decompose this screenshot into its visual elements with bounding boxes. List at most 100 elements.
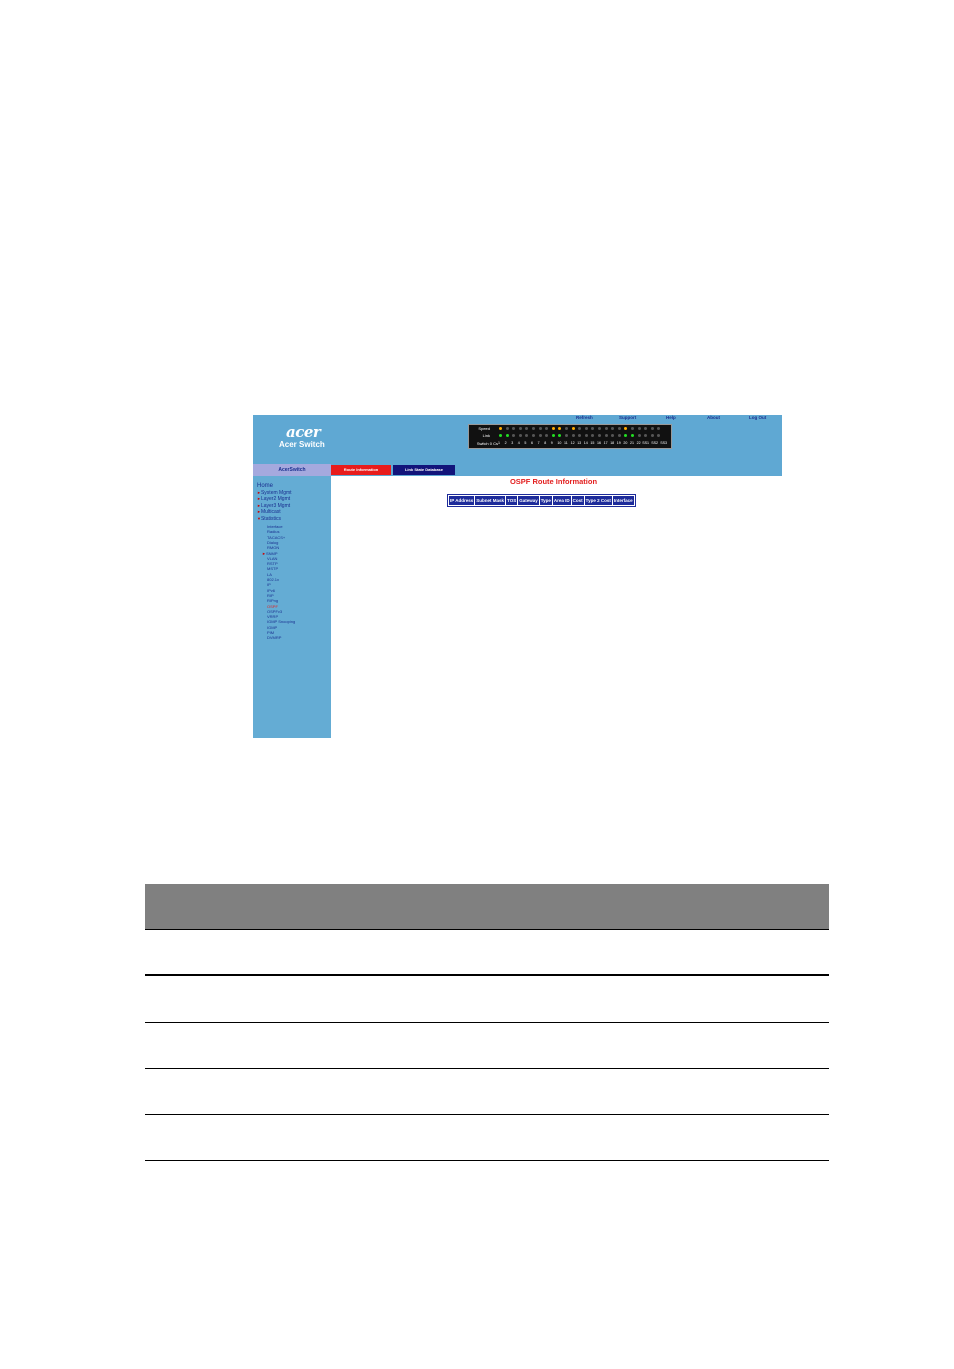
port-led-icon: [598, 427, 601, 430]
port-led-icon: [512, 434, 516, 437]
port-number: 3: [511, 441, 514, 445]
port-led-icon: [532, 427, 535, 430]
port-number: 11: [564, 441, 568, 445]
column-header: Type: [540, 496, 553, 505]
port-led-icon: [657, 434, 661, 437]
sidebar-header[interactable]: AcerSwitch: [253, 464, 331, 476]
refresh-link[interactable]: Refresh: [576, 415, 593, 420]
port-led-icon: [631, 434, 634, 437]
speed-led-row: [499, 427, 669, 431]
port-led-icon: [545, 434, 549, 437]
port-led-icon: [584, 434, 588, 437]
page-title: OSPF Route Information: [509, 477, 598, 486]
port-led-icon: [617, 434, 621, 437]
port-led-icon: [631, 427, 634, 430]
port-number: 2: [504, 441, 507, 445]
port-led-icon: [525, 427, 529, 430]
port-number: 5: [524, 441, 527, 445]
port-led-icon: [624, 434, 628, 437]
port-led-icon: [565, 434, 568, 437]
port-number: 13: [577, 441, 582, 445]
port-led-icon: [578, 427, 582, 430]
switch-web-ui-screenshot: acer Acer Switch Refresh Support Help Ab…: [253, 415, 782, 738]
port-led-icon: [532, 434, 535, 437]
port-led-icon: [545, 427, 549, 430]
top-navigation: Refresh Support Help About Log Out: [573, 415, 782, 423]
port-number: 17: [603, 441, 608, 445]
port-led-icon: [578, 434, 582, 437]
port-led-icon: [499, 427, 502, 430]
port-led-icon: [611, 427, 615, 430]
port-led-icon: [525, 434, 529, 437]
port-number: 8: [544, 441, 547, 445]
submenu-item[interactable]: IPv6: [267, 588, 275, 593]
column-header: Gateway: [519, 496, 540, 505]
support-link[interactable]: Support: [619, 415, 636, 420]
port-led-icon: [558, 427, 562, 430]
port-led-icon: [551, 434, 555, 437]
port-led-icon: [611, 434, 615, 437]
port-number: 19: [616, 441, 621, 445]
port-number: 22: [636, 441, 641, 445]
port-number: 20: [623, 441, 628, 445]
about-link[interactable]: About: [707, 415, 720, 420]
menu-label: Multicast: [260, 509, 281, 515]
menu-multicast[interactable]: ►Multicast: [257, 509, 281, 515]
link-label: Link: [482, 433, 490, 438]
link-led-row: [499, 434, 669, 438]
port-number: 6: [531, 441, 533, 445]
submenu-item[interactable]: TACACS+: [267, 535, 285, 540]
port-number: SS2: [651, 441, 658, 445]
tab-route-information[interactable]: Route Information: [331, 465, 391, 475]
table-row-divider: [145, 1068, 829, 1069]
sidebar: AcerSwitch Home ►System Mgmt ►Layer2 Mgm…: [253, 464, 331, 738]
help-link[interactable]: Help: [666, 415, 676, 420]
menu-statistics[interactable]: ▼Statistics: [257, 516, 281, 522]
port-number: 15: [590, 441, 595, 445]
port-led-icon: [644, 434, 648, 437]
submenu-item[interactable]: IP: [267, 583, 271, 587]
port-number: 18: [610, 441, 615, 445]
port-led-icon: [499, 434, 502, 437]
acer-logo: acer: [286, 423, 321, 441]
submenu-item[interactable]: IGMP Snooping: [267, 620, 295, 624]
port-status-panel: Speed Link Switch 0 Cs 1 2 3 4 5 6 7 8 9 10 11 12 13…: [468, 424, 672, 449]
tab-link-state-database[interactable]: Link State Database: [393, 465, 455, 475]
port-led-icon: [624, 427, 628, 430]
column-header: Area ID: [553, 496, 572, 505]
menu-label: Statistics: [260, 516, 281, 522]
port-led-icon: [617, 427, 621, 430]
table-header-row: [145, 884, 829, 930]
submenu-item[interactable]: ►SNMP: [262, 551, 278, 556]
table-row-divider: [145, 1114, 829, 1115]
port-led-icon: [644, 427, 648, 430]
port-number: 16: [597, 441, 601, 445]
port-led-icon: [551, 427, 555, 430]
submenu-item[interactable]: DVMRP: [267, 636, 281, 640]
port-number: 10: [557, 441, 562, 445]
port-led-icon: [512, 427, 516, 430]
menu-layer2-mgmt[interactable]: ►Layer2 Mgmt: [257, 496, 290, 502]
submenu-item[interactable]: OSPF: [267, 604, 278, 609]
port-led-icon: [518, 427, 522, 430]
port-led-icon: [637, 434, 641, 437]
port-led-icon: [591, 434, 595, 437]
port-number: SS3: [660, 441, 667, 445]
submenu-item[interactable]: Radius: [267, 530, 279, 534]
product-name: Acer Switch: [279, 440, 325, 449]
port-number: 12: [570, 441, 575, 445]
port-led-icon: [604, 434, 608, 437]
column-header: TOS: [507, 496, 519, 505]
port-led-icon: [558, 434, 562, 437]
port-led-icon: [657, 427, 661, 430]
logout-link[interactable]: Log Out: [749, 415, 766, 420]
port-number: 14: [583, 441, 588, 445]
column-header: Subnet Mask: [476, 496, 507, 505]
port-led-icon: [518, 434, 522, 437]
port-led-icon: [505, 427, 509, 430]
port-number: 7: [537, 441, 540, 445]
table-row-divider: [145, 1160, 829, 1161]
submenu-item[interactable]: MSTP: [267, 567, 278, 571]
home-link[interactable]: Home: [257, 483, 273, 489]
submenu-item[interactable]: RIPng: [267, 599, 278, 603]
